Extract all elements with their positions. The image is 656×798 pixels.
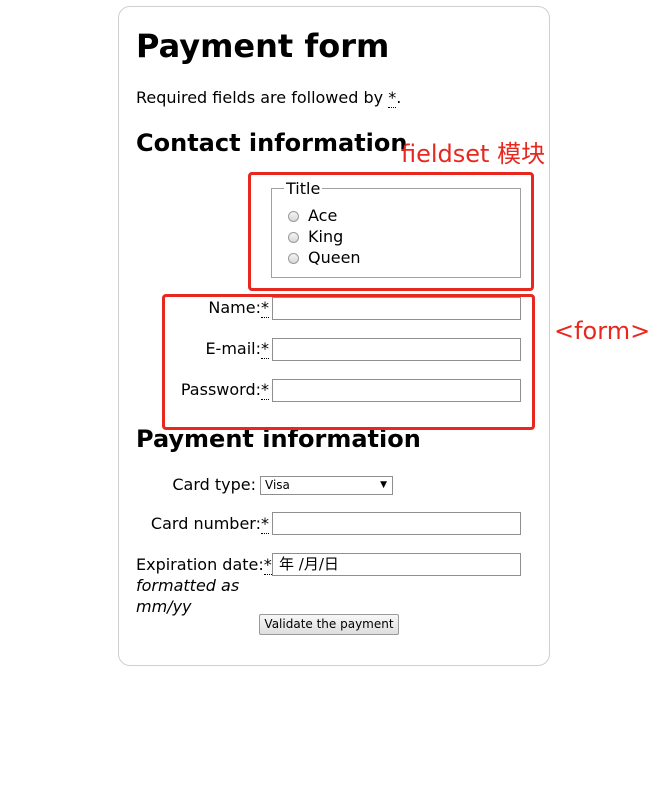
expiration-hint-line1: formatted as <box>136 576 240 595</box>
required-marker: * <box>388 88 397 108</box>
card-number-label: Card number:* <box>150 514 269 534</box>
required-note: Required fields are followed by *. <box>136 88 402 108</box>
card-type-select[interactable]: Visa ▼ <box>260 476 393 495</box>
validate-payment-button[interactable]: Validate the payment <box>259 614 399 635</box>
page-title: Payment form <box>136 27 390 65</box>
card-type-label: Card type: <box>172 475 256 494</box>
expiration-hint-line2: mm/yy <box>136 597 192 616</box>
required-marker: * <box>263 555 272 575</box>
chevron-down-icon: ▼ <box>380 480 387 490</box>
expiration-label: Expiration date:* <box>136 555 272 575</box>
contact-heading: Contact information <box>136 129 408 157</box>
required-marker: * <box>261 514 269 534</box>
expiration-date-input[interactable]: 年 /月/日 <box>272 553 521 576</box>
form-annotation-box <box>162 294 535 430</box>
card-number-input[interactable] <box>272 512 521 535</box>
fieldset-annotation-label: fieldset 模块 <box>401 140 546 168</box>
form-annotation-label: <form> <box>554 317 651 345</box>
fieldset-annotation-box <box>248 172 534 291</box>
